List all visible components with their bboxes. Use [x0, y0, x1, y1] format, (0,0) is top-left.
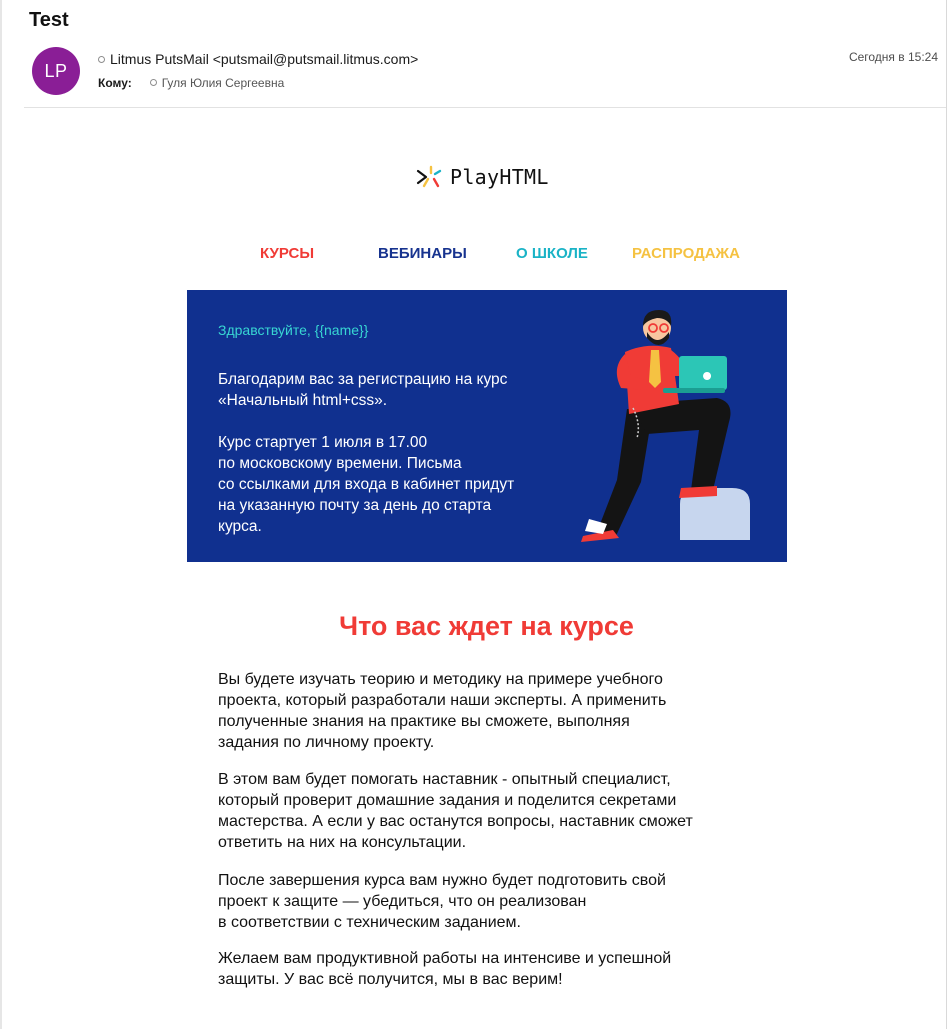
hero-banner: Здравствуйте, {{name}} Благодарим вас за…	[187, 290, 787, 562]
playhtml-logo-icon	[416, 165, 442, 188]
nav-link-sale[interactable]: РАСПРОДАЖА	[632, 245, 740, 262]
body-paragraph: Желаем вам продуктивной работы на интенс…	[218, 950, 672, 988]
recipient-name[interactable]: Гуля Юлия Сергеевна	[162, 76, 285, 90]
recipient-label: Кому:	[98, 76, 132, 90]
nav-link-courses[interactable]: КУРСЫ	[260, 245, 314, 262]
brand-name: PlayHTML	[450, 165, 549, 189]
sender-address[interactable]: Litmus PutsMail <putsmail@putsmail.litmu…	[110, 51, 418, 67]
mail-subject: Test	[29, 9, 69, 31]
mail-date: Сегодня в 15:24	[848, 50, 938, 64]
hero-text: Благодарим вас за регистрацию на курс «Н…	[218, 371, 515, 535]
developer-with-laptop-illustration	[581, 310, 750, 542]
recipient-line: Кому: Гуля Юлия Сергеевна	[98, 76, 284, 90]
brand-logo[interactable]: PlayHTML	[416, 163, 549, 191]
body-paragraph: В этом вам будет помогать наставник - оп…	[218, 771, 693, 851]
presence-dot-icon	[149, 79, 157, 87]
window-right-border	[946, 0, 947, 1029]
sender-avatar[interactable]: LP	[32, 47, 80, 95]
email-nav: КУРСЫ ВЕБИНАРЫ О ШКОЛЕ РАСПРОДАЖА	[0, 245, 950, 265]
header-divider	[24, 107, 946, 108]
presence-dot-icon	[98, 55, 105, 63]
body-paragraph: После завершения курса вам нужно будет п…	[218, 872, 666, 931]
section-title: Что вас ждет на курсе	[339, 611, 634, 641]
hero-greeting: Здравствуйте, {{name}}	[218, 322, 369, 338]
nav-link-webinars[interactable]: ВЕБИНАРЫ	[378, 245, 467, 262]
body-paragraph: Вы будете изучать теорию и методику на п…	[218, 671, 667, 751]
window-left-border	[0, 0, 2, 1029]
nav-link-about[interactable]: О ШКОЛЕ	[516, 245, 588, 262]
sender-line: Litmus PutsMail <putsmail@putsmail.litmu…	[98, 51, 418, 67]
